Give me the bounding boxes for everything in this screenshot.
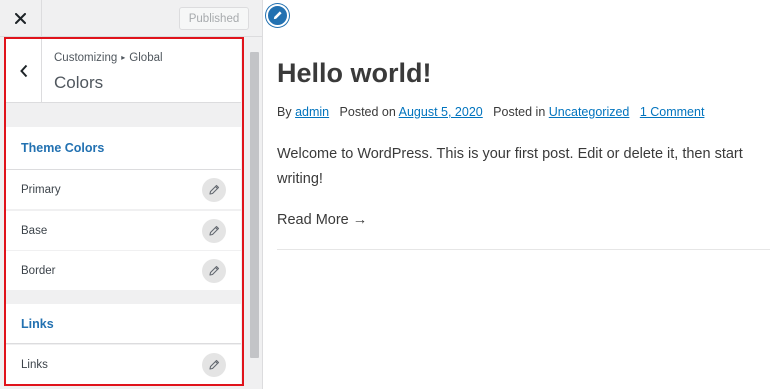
post-excerpt: Welcome to WordPress. This is your first… bbox=[277, 146, 743, 187]
edit-shortcut-button[interactable] bbox=[266, 4, 289, 27]
control-label: Base bbox=[21, 224, 48, 237]
breadcrumb-separator: ▸ bbox=[121, 53, 126, 62]
edit-color-button[interactable] bbox=[202, 219, 226, 243]
pencil-icon bbox=[209, 265, 220, 276]
control-label: Border bbox=[21, 264, 56, 277]
colors-panel: Customizing ▸ Global Colors Theme Colors P… bbox=[6, 39, 241, 385]
section-links: Links bbox=[6, 304, 241, 344]
customizer-header: Published bbox=[0, 0, 262, 37]
breadcrumb: Customizing ▸ Global bbox=[54, 52, 163, 64]
customizer-sidebar: Published Customizing ▸ Global Colors Them… bbox=[0, 0, 263, 389]
color-control-border[interactable]: Border bbox=[6, 251, 241, 291]
published-button[interactable]: Published bbox=[179, 7, 249, 30]
meta-posted-on-label: Posted on bbox=[339, 105, 396, 119]
close-icon bbox=[15, 13, 26, 24]
color-control-base[interactable]: Base bbox=[6, 211, 241, 251]
meta-by-label: By bbox=[277, 105, 292, 119]
comments-link[interactable]: 1 Comment bbox=[640, 105, 705, 119]
back-button[interactable] bbox=[6, 39, 42, 103]
post-divider bbox=[277, 249, 770, 250]
site-preview: Hello world! By admin Posted on August 5… bbox=[263, 0, 770, 389]
panel-header: Customizing ▸ Global Colors bbox=[6, 39, 241, 103]
control-label: Links bbox=[21, 358, 48, 371]
section-theme-colors: Theme Colors bbox=[6, 127, 241, 170]
chevron-left-icon bbox=[19, 64, 27, 78]
author-link[interactable]: admin bbox=[295, 105, 329, 119]
edit-color-button[interactable] bbox=[202, 353, 226, 377]
edit-color-button[interactable] bbox=[202, 178, 226, 202]
pencil-icon bbox=[273, 11, 282, 20]
control-label: Primary bbox=[21, 183, 61, 196]
breadcrumb-prefix: Customizing bbox=[54, 52, 118, 64]
sidebar-scrollbar[interactable] bbox=[250, 52, 259, 358]
close-button[interactable] bbox=[0, 0, 42, 37]
panel-title: Colors bbox=[54, 73, 104, 92]
meta-posted-in-label: Posted in bbox=[493, 105, 546, 119]
pencil-icon bbox=[209, 184, 220, 195]
post-meta: By admin Posted on August 5, 2020 Posted… bbox=[277, 105, 704, 119]
read-more-label: Read More bbox=[277, 212, 349, 228]
date-link[interactable]: August 5, 2020 bbox=[399, 105, 483, 119]
post-title[interactable]: Hello world! bbox=[277, 58, 432, 89]
read-more-link[interactable]: Read More → bbox=[277, 212, 367, 228]
edit-color-button[interactable] bbox=[202, 259, 226, 283]
arrow-right-icon: → bbox=[352, 212, 368, 228]
category-link[interactable]: Uncategorized bbox=[549, 105, 630, 119]
color-control-primary[interactable]: Primary bbox=[6, 170, 241, 210]
color-control-links[interactable]: Links bbox=[6, 345, 241, 385]
pencil-icon bbox=[209, 225, 220, 236]
breadcrumb-section: Global bbox=[129, 52, 163, 64]
pencil-icon bbox=[209, 359, 220, 370]
